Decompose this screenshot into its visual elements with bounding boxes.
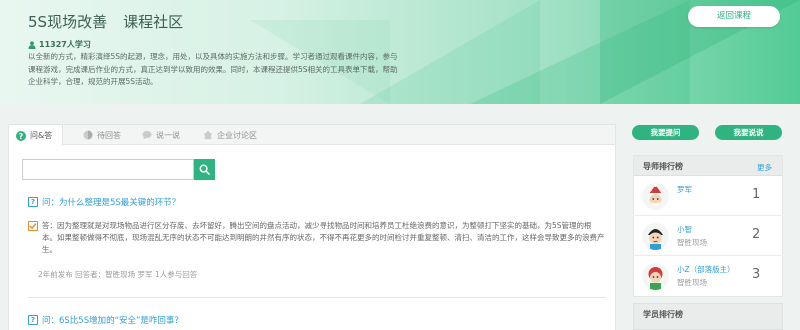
tab-chat[interactable]: 说一说 <box>142 125 180 145</box>
course-title-sub: 课程社区 <box>123 13 184 31</box>
teacher-rank-item[interactable]: 小智 智胜现场 2 <box>634 217 782 256</box>
question-title: 问：6S比5S增加的“安全”是咋回事？ <box>42 316 183 326</box>
search-button[interactable] <box>194 159 215 180</box>
avatar <box>642 183 669 210</box>
teacher-ranking-title: 导师排行榜 <box>643 162 683 171</box>
teacher-name: 罗军 <box>677 185 692 194</box>
teacher-rank-number: 3 <box>752 267 761 282</box>
question-title: 问：为什么整理是5S最关键的环节？ <box>42 198 181 208</box>
post-comment-button[interactable]: 我要说说 <box>715 125 782 140</box>
learner-count: 11327人学习 <box>28 39 91 50</box>
home-icon <box>203 130 213 140</box>
tab-label: 说一说 <box>156 130 180 140</box>
student-ranking-header: 学员排行榜 <box>633 303 783 330</box>
tab-bar: ? 问&答 待回答 说一说 企业讨论区 <box>9 125 615 146</box>
student-ranking-title: 学员排行榜 <box>643 310 683 319</box>
tab-qa[interactable]: ? 问&答 <box>9 125 64 146</box>
course-title-main: 5S现场改善 <box>28 13 108 31</box>
tab-label: 待回答 <box>97 130 121 140</box>
tab-label: 企业讨论区 <box>217 130 257 140</box>
svg-text:?: ? <box>19 132 24 141</box>
back-to-course-button[interactable]: 返回课程 <box>688 6 780 27</box>
question-mark-icon: ? <box>28 315 38 325</box>
teacher-rank-item[interactable]: 罗军 1 <box>634 177 782 216</box>
answer-check-icon <box>28 221 38 231</box>
teacher-rank-number: 2 <box>752 227 761 242</box>
teacher-name: 小Z（部落版主） <box>677 265 735 274</box>
user-icon <box>28 40 36 49</box>
chat-icon <box>142 130 152 140</box>
answer-meta: 2年前发布 回答者：智胜现场 罗军 1人参与回答 <box>38 270 198 279</box>
search-icon <box>199 164 210 175</box>
course-intro: 以全新的方式，精彩演绎5S的起源，理念，用处，以及具体的实施方法和步骤。学习者通… <box>28 52 398 86</box>
divider <box>28 297 606 298</box>
pending-icon <box>83 130 93 140</box>
course-title: 5S现场改善 课程社区 <box>28 11 183 32</box>
qa-panel: ? 问&答 待回答 说一说 企业讨论区 ? 问：为什么整理是5S最关键的环节？ … <box>8 124 616 330</box>
search-input[interactable] <box>22 159 194 180</box>
teacher-ranking-more-link[interactable]: 更多 <box>757 162 772 173</box>
question-icon: ? <box>16 130 26 141</box>
question-item[interactable]: ? 问：为什么整理是5S最关键的环节？ <box>28 196 180 208</box>
tab-label: 问&答 <box>30 131 53 140</box>
answer-block: 答：因为整理就是对现场物品进行区分存废、去坏留好，腾出空间的盘点活动，减少寻找物… <box>28 220 605 256</box>
question-item[interactable]: ? 问：6S比5S增加的“安全”是咋回事？ <box>28 314 183 326</box>
teacher-rank-item[interactable]: 小Z（部落版主） 智胜现场 3 <box>634 257 782 296</box>
teacher-ranking-panel: 导师排行榜 更多 罗军 1 小智 智胜现场 2 小Z（部落版主） 智胜现场 3 <box>633 155 783 297</box>
avatar <box>642 263 669 290</box>
ask-question-button[interactable]: 我要提问 <box>632 125 699 140</box>
teacher-dept: 智胜现场 <box>677 278 707 287</box>
avatar <box>642 223 669 250</box>
learner-count-text: 11327人学习 <box>39 40 91 49</box>
tab-pending[interactable]: 待回答 <box>83 125 121 145</box>
teacher-rank-number: 1 <box>752 187 761 202</box>
question-mark-icon: ? <box>28 197 38 207</box>
teacher-ranking-header: 导师排行榜 更多 <box>634 156 782 176</box>
course-hero-banner: 5S现场改善 课程社区 11327人学习 以全新的方式，精彩演绎5S的起源，理念，… <box>0 0 800 104</box>
teacher-dept: 智胜现场 <box>677 238 707 247</box>
tab-enterprise-discussion[interactable]: 企业讨论区 <box>203 125 257 145</box>
teacher-name: 小智 <box>677 225 692 234</box>
answer-text: 答：因为整理就是对现场物品进行区分存废、去坏留好，腾出空间的盘点活动，减少寻找物… <box>42 221 605 254</box>
